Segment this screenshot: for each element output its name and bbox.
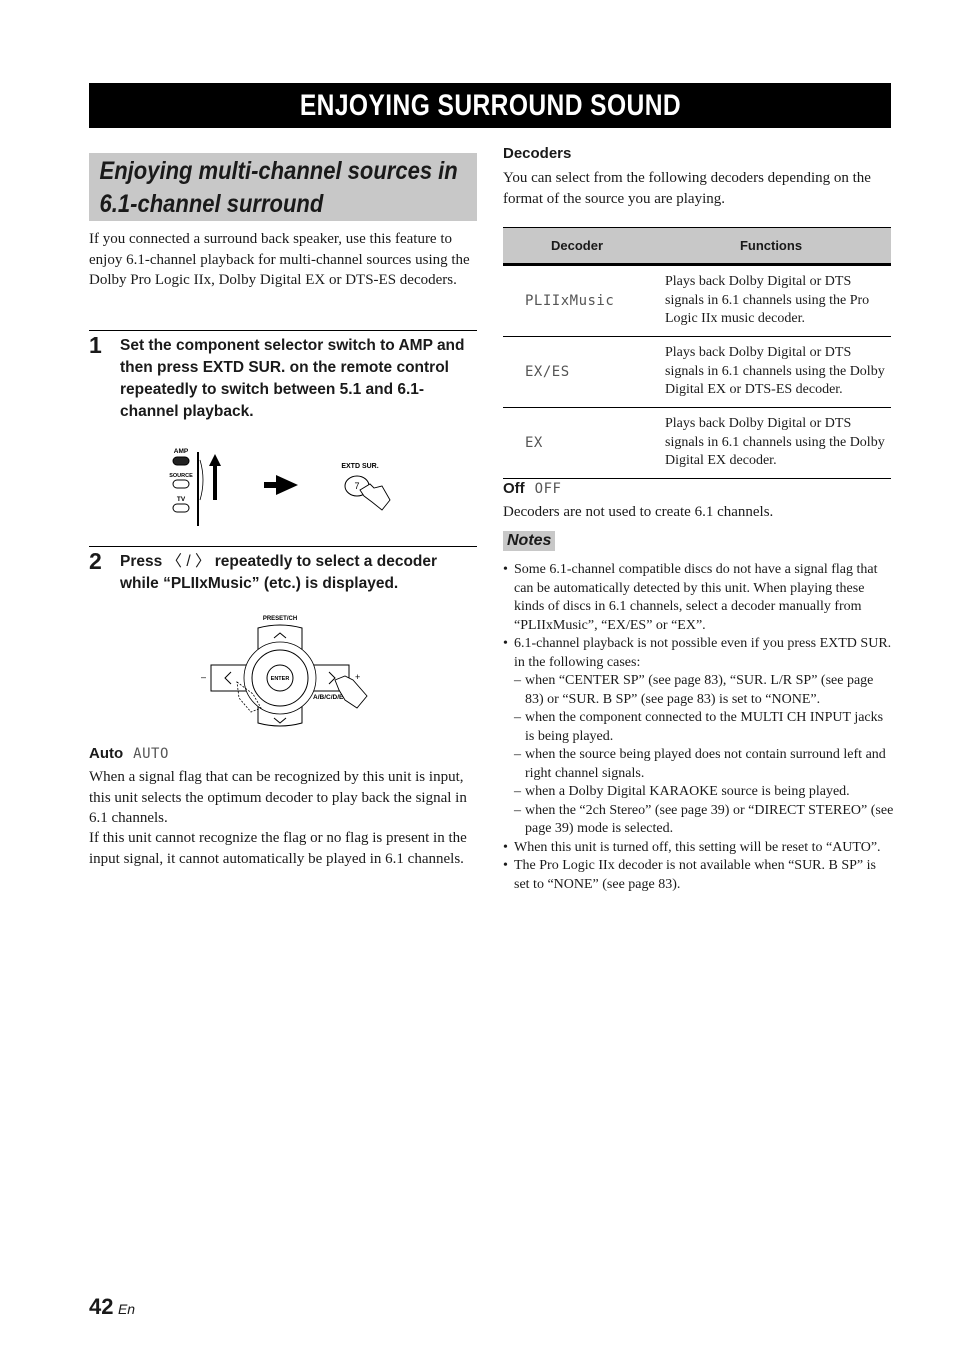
step-2-divider [89,546,477,547]
note-item: When this unit is turned off, this setti… [503,839,895,858]
table-header-row: Decoder Functions [503,227,891,266]
table-row: EX/ES Plays back Dolby Digital or DTS si… [503,336,891,408]
header-decoder: Decoder [503,227,651,266]
switch-label-tv: TV [177,496,186,503]
decoders-heading: Decoders [503,145,572,162]
step-2-text-before: Press [120,553,167,570]
step-1-number: 1 [89,332,102,358]
page-number: 42 [89,1294,114,1319]
decoder-name: EX/ES [503,336,651,408]
left-right-keys: 〈 / 〉 [166,553,211,570]
chapter-banner: ENJOYING SURROUND SOUND [89,83,891,128]
section-title-line-2: 6.1-channel surround [99,190,324,218]
switch-label-amp: AMP [174,448,189,455]
section-title-box: Enjoying multi-channel sources in 6.1-ch… [89,153,477,221]
abcde-label: A/B/C/D/E [313,694,344,701]
note-item: Some 6.1-channel compatible discs do not… [503,561,895,635]
decoder-function: Plays back Dolby Digital or DTS signals … [651,407,891,479]
off-label: Off [503,480,525,497]
chapter-title: ENJOYING SURROUND SOUND [299,89,681,122]
step-2-illustration: PRESET/CH ENTER – + A/B/C/D/E [195,608,375,733]
pressing-finger-icon [334,675,368,709]
page-footer: 42 En [89,1294,135,1320]
arrow-right-icon [264,475,298,495]
auto-label: Auto [89,745,124,762]
minus-sign: – [201,672,206,682]
note-subitem: when the “2ch Stereo” (see page 39) or “… [503,802,895,839]
step-2-number: 2 [89,548,102,574]
table-row: PLIIxMusic Plays back Dolby Digital or D… [503,264,891,337]
extd-sur-label: EXTD SUR. [341,463,378,470]
extd-sur-button-digit: 7 [354,481,359,491]
decoders-table: Decoder Functions PLIIxMusic Plays back … [503,227,891,479]
note-subitem: when the source being played does not co… [503,746,895,783]
decoder-function: Plays back Dolby Digital or DTS signals … [651,336,891,408]
decoders-table-wrapper: Decoder Functions PLIIxMusic Plays back … [503,227,891,479]
switch-position-tv [172,503,190,513]
decoders-intro: You can select from the following decode… [503,170,871,207]
section-title-line-1: Enjoying multi-channel sources in [99,157,458,185]
off-description: Decoders are not used to create 6.1 chan… [503,504,774,520]
decoder-name: PLIIxMusic [503,264,651,337]
arrow-up-icon [209,454,221,500]
preset-ch-label: PRESET/CH [263,616,297,622]
switch-label-source: SOURCE [169,473,193,479]
decoder-name: EX [503,407,651,479]
enter-label: ENTER [271,676,290,682]
step-1-illustration: AMP SOURCE TV EXTD SUR. 7 [160,440,410,530]
step-2-text: Press 〈 / 〉 repeatedly to select a decod… [120,551,480,595]
off-lcd-text: OFF [534,481,562,497]
step-1-divider [89,330,477,331]
table-row: EX Plays back Dolby Digital or DTS signa… [503,407,891,479]
page-language: En [117,1301,136,1317]
auto-heading: Auto AUTO [89,745,169,763]
cursor-pad-illustration: PRESET/CH ENTER – + A/B/C/D/E [201,616,368,727]
note-subitem: when the component connected to the MULT… [503,709,895,746]
note-subitem: when a Dolby Digital KARAOKE source is b… [503,783,895,802]
switch-position-amp [172,456,190,466]
auto-paragraph-1: When a signal flag that can be recognize… [89,769,467,826]
decoder-function: Plays back Dolby Digital or DTS signals … [651,264,891,337]
pressing-finger-icon [359,483,391,511]
intro-paragraph: If you connected a surround back speaker… [89,231,470,288]
note-item: 6.1-channel playback is not possible eve… [503,635,895,672]
note-subitem: when “CENTER SP” (see page 83), “SUR. L/… [503,672,895,709]
switch-position-source [172,479,190,489]
notes-list: Some 6.1-channel compatible discs do not… [503,561,895,894]
auto-paragraph-2: If this unit cannot recognize the flag o… [89,830,467,867]
notes-tag: Notes [503,531,556,551]
component-selector-switch-illustration: AMP SOURCE TV EXTD SUR. 7 [169,448,391,526]
header-functions: Functions [651,227,891,266]
note-item: The Pro Logic IIx decoder is not availab… [503,857,895,894]
switch-curve [199,459,204,501]
step-1-text: Set the component selector switch to AMP… [120,337,465,420]
plus-sign: + [355,672,360,682]
auto-lcd-text: AUTO [133,746,169,762]
off-heading: Off OFF [503,480,561,498]
